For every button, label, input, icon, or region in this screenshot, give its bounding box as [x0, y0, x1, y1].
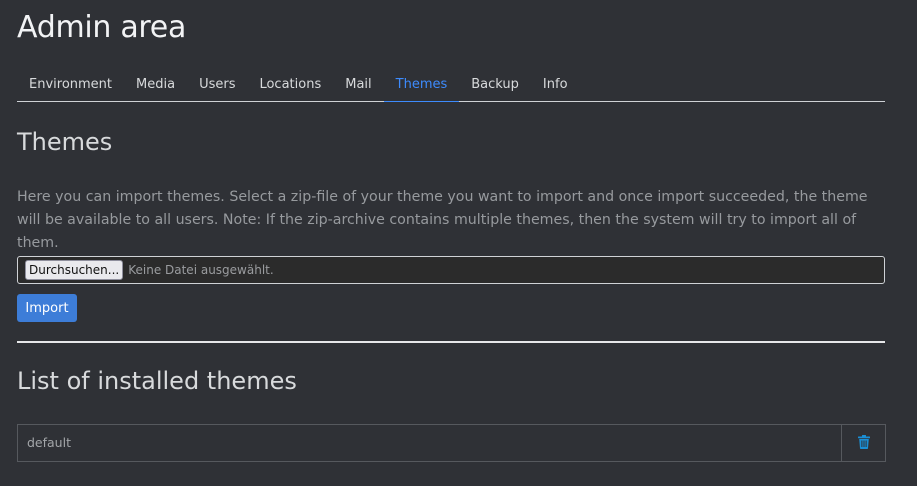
tab-users[interactable]: Users — [187, 70, 247, 101]
theme-list-item: default — [17, 424, 886, 462]
tab-info[interactable]: Info — [531, 70, 580, 101]
delete-theme-button[interactable] — [841, 425, 885, 461]
admin-tabs: Environment Media Users Locations Mail T… — [17, 70, 885, 102]
tab-locations[interactable]: Locations — [247, 70, 333, 101]
import-button[interactable]: Import — [17, 294, 77, 322]
tab-mail[interactable]: Mail — [333, 70, 383, 101]
installed-themes-title: List of installed themes — [17, 367, 297, 395]
tab-themes[interactable]: Themes — [383, 70, 460, 102]
file-status-text: Keine Datei ausgewählt. — [128, 263, 274, 277]
page-title: Admin area — [17, 10, 187, 45]
tab-backup[interactable]: Backup — [459, 70, 531, 101]
themes-section-title: Themes — [17, 128, 113, 156]
trash-icon — [857, 434, 870, 453]
tab-media[interactable]: Media — [124, 70, 187, 101]
theme-file-input[interactable]: Durchsuchen... Keine Datei ausgewählt. — [17, 256, 885, 284]
tab-environment[interactable]: Environment — [17, 70, 124, 101]
browse-button[interactable]: Durchsuchen... — [25, 260, 124, 280]
themes-description: Here you can import themes. Select a zip… — [17, 189, 868, 251]
theme-name: default — [27, 435, 71, 450]
admin-page: Admin area Environment Media Users Locat… — [0, 0, 917, 486]
section-divider — [17, 341, 885, 343]
